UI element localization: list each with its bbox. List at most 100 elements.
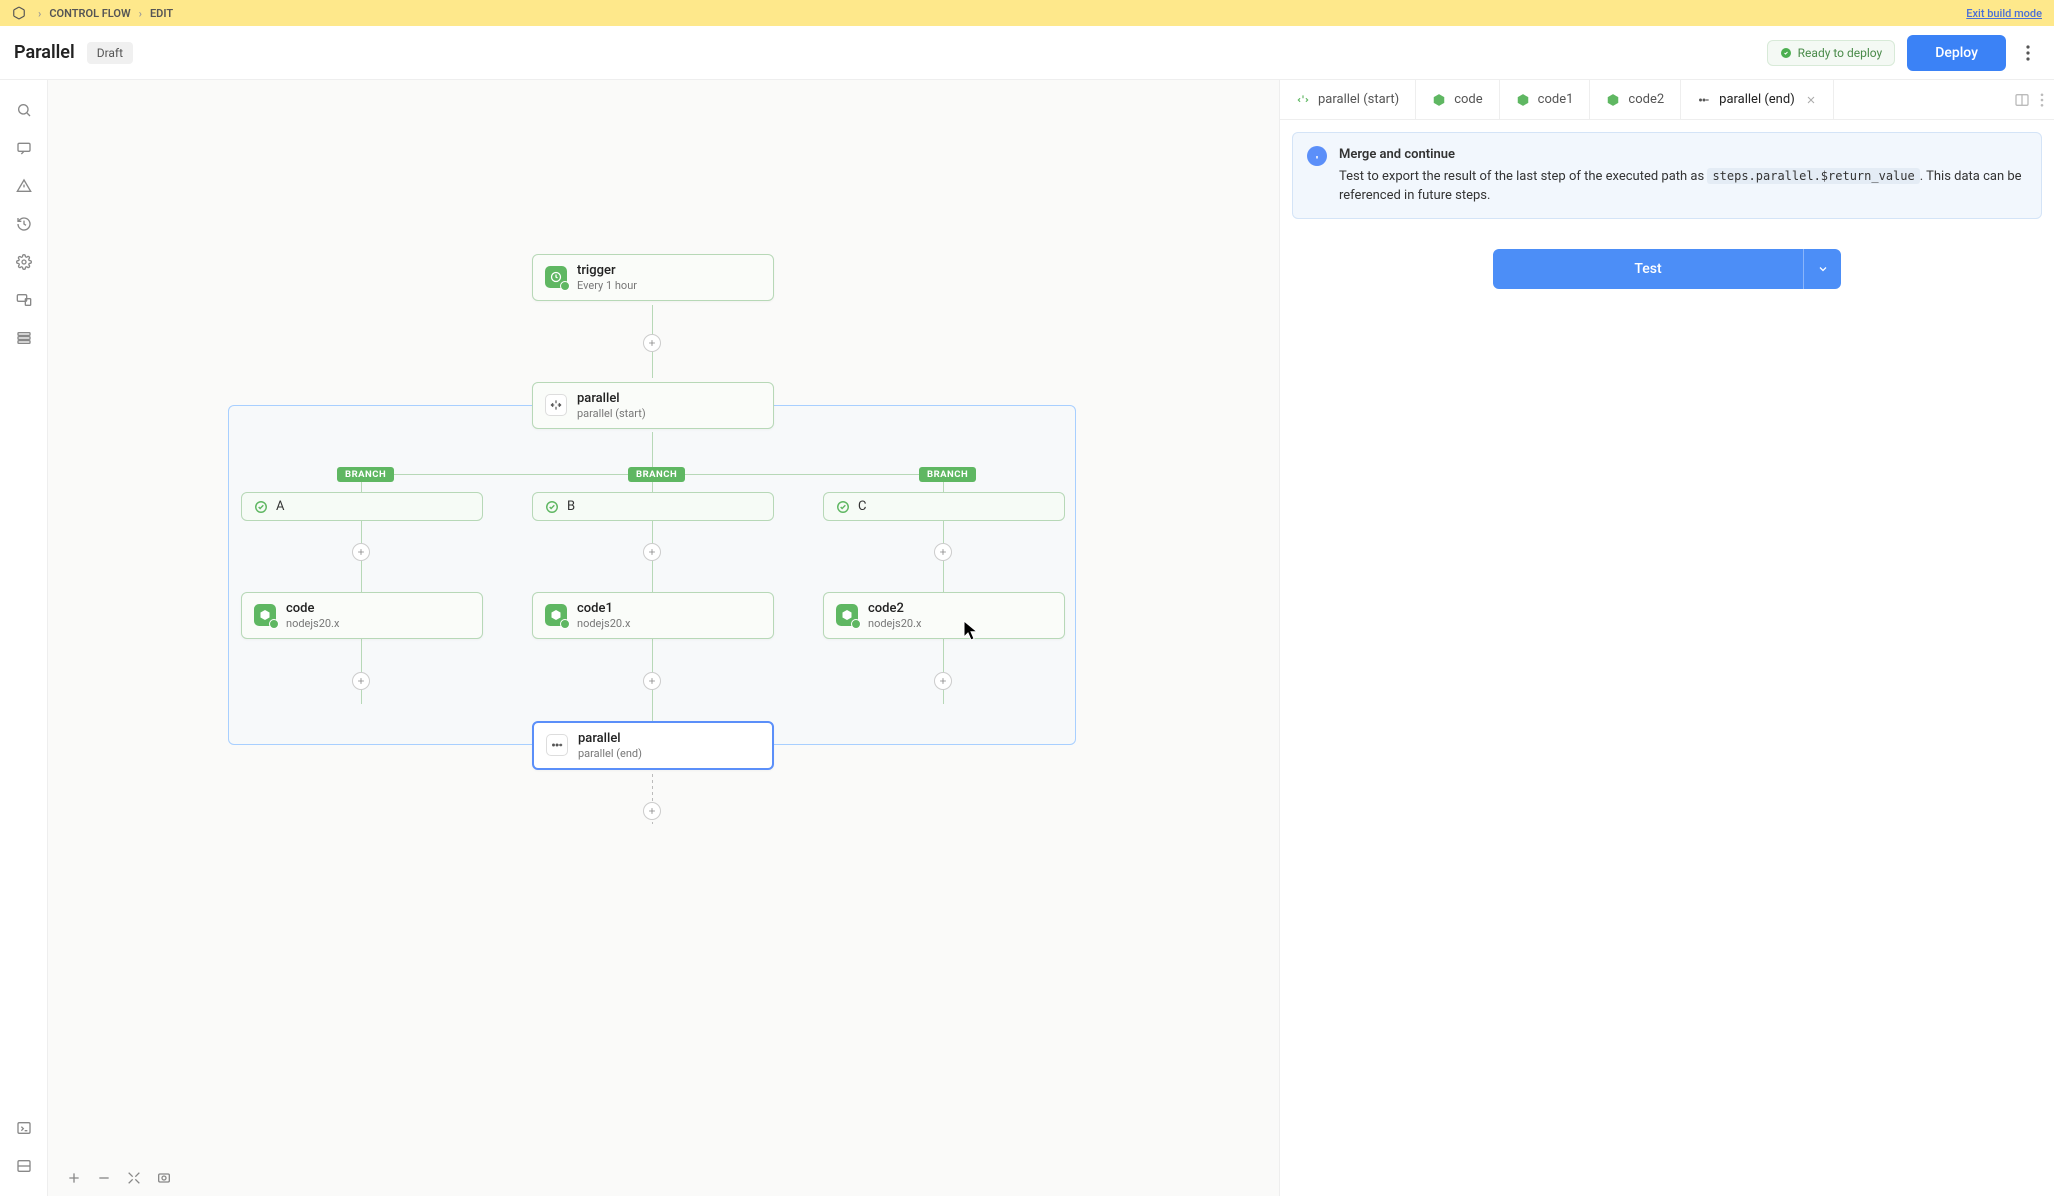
chevron-down-icon <box>1817 263 1829 275</box>
test-button[interactable]: Test <box>1493 249 1803 289</box>
parallel-icon <box>1296 93 1310 107</box>
code-node[interactable]: code nodejs20.x <box>241 592 483 639</box>
search-icon <box>16 102 32 118</box>
code-node[interactable]: code1 nodejs20.x <box>532 592 774 639</box>
nodejs-icon <box>545 604 567 626</box>
nodejs-icon <box>254 604 276 626</box>
nodejs-icon <box>1606 93 1620 107</box>
tab-label: parallel (end) <box>1719 92 1795 107</box>
detail-panel: parallel (start) code code1 code2 parall… <box>1279 80 2054 1196</box>
branch-label-node[interactable]: C <box>823 492 1065 521</box>
panel-icon <box>16 1158 32 1174</box>
chevron-right-icon: › <box>38 7 41 20</box>
branch-tag: BRANCH <box>628 467 685 482</box>
devices-icon <box>16 292 32 308</box>
screenshot-button[interactable] <box>156 1170 172 1186</box>
branch-tag: BRANCH <box>337 467 394 482</box>
search-button[interactable] <box>8 94 40 126</box>
chevron-right-icon: › <box>139 7 142 20</box>
code-snippet: steps.parallel.$return_value <box>1707 168 1919 184</box>
node-title: parallel <box>577 391 646 407</box>
node-subtitle: nodejs20.x <box>868 617 921 630</box>
deploy-button[interactable]: Deploy <box>1907 35 2006 71</box>
check-circle-icon <box>836 500 850 514</box>
add-step-button[interactable] <box>643 802 661 820</box>
panel-button[interactable] <box>8 1150 40 1182</box>
kebab-icon[interactable] <box>2040 93 2044 107</box>
breadcrumb-item[interactable]: EDIT <box>150 7 173 20</box>
canvas-toolbar <box>66 1170 172 1186</box>
nodejs-icon <box>1432 93 1446 107</box>
exit-build-mode-link[interactable]: Exit build mode <box>1966 7 2042 20</box>
breadcrumb: › CONTROL FLOW › EDIT <box>12 6 173 20</box>
ready-text: Ready to deploy <box>1798 46 1883 60</box>
breadcrumb-item[interactable]: CONTROL FLOW <box>49 7 130 20</box>
code-node[interactable]: code2 nodejs20.x <box>823 592 1065 639</box>
node-title: code <box>286 601 339 617</box>
add-step-button[interactable] <box>643 543 661 561</box>
branch-tag: BRANCH <box>919 467 976 482</box>
nodejs-icon <box>836 604 858 626</box>
logo-icon <box>12 6 26 20</box>
ready-to-deploy-indicator: Ready to deploy <box>1767 40 1896 66</box>
warning-icon <box>16 178 32 194</box>
warnings-button[interactable] <box>8 170 40 202</box>
database-icon <box>16 330 32 346</box>
node-title: code2 <box>868 601 921 617</box>
info-icon <box>1307 146 1327 166</box>
gear-icon <box>16 254 32 270</box>
info-text: Test to export the result of the last st… <box>1339 167 2027 206</box>
add-step-button[interactable] <box>934 543 952 561</box>
check-circle-icon <box>254 500 268 514</box>
add-step-button[interactable] <box>934 672 952 690</box>
tab-code1[interactable]: code1 <box>1500 80 1591 119</box>
settings-button[interactable] <box>8 246 40 278</box>
tab-label: parallel (start) <box>1318 92 1399 107</box>
zoom-out-button[interactable] <box>96 1170 112 1186</box>
history-button[interactable] <box>8 208 40 240</box>
trigger-node[interactable]: trigger Every 1 hour <box>532 254 774 301</box>
node-title: parallel <box>578 731 642 747</box>
draft-badge: Draft <box>87 42 133 64</box>
parallel-end-node[interactable]: parallel parallel (end) <box>532 721 774 770</box>
layout-button[interactable] <box>2014 92 2030 108</box>
tab-code2[interactable]: code2 <box>1590 80 1681 119</box>
branch-label-node[interactable]: A <box>241 492 483 521</box>
close-icon[interactable] <box>1805 94 1817 106</box>
terminal-button[interactable] <box>8 1112 40 1144</box>
branch-label: C <box>858 499 866 514</box>
left-rail <box>0 80 48 1196</box>
tab-label: code1 <box>1538 92 1574 107</box>
terminal-icon <box>16 1120 32 1136</box>
tab-parallel-start[interactable]: parallel (start) <box>1280 80 1416 119</box>
check-circle-icon <box>545 500 559 514</box>
node-subtitle: nodejs20.x <box>577 617 630 630</box>
branch-label-node[interactable]: B <box>532 492 774 521</box>
info-callout: Merge and continue Test to export the re… <box>1292 132 2042 219</box>
branch-label: B <box>567 499 575 514</box>
info-title: Merge and continue <box>1339 145 2027 165</box>
zoom-in-button[interactable] <box>66 1170 82 1186</box>
chat-button[interactable] <box>8 132 40 164</box>
tab-parallel-end[interactable]: parallel (end) <box>1681 80 1834 119</box>
fit-button[interactable] <box>126 1170 142 1186</box>
add-step-button[interactable] <box>352 543 370 561</box>
devices-button[interactable] <box>8 284 40 316</box>
data-button[interactable] <box>8 322 40 354</box>
merge-icon <box>546 734 568 756</box>
tab-code[interactable]: code <box>1416 80 1499 119</box>
add-step-button[interactable] <box>352 672 370 690</box>
add-step-button[interactable] <box>643 672 661 690</box>
tab-label: code <box>1454 92 1482 107</box>
check-circle-icon <box>1780 47 1792 59</box>
parallel-start-node[interactable]: parallel parallel (start) <box>532 382 774 429</box>
test-dropdown-button[interactable] <box>1803 249 1841 289</box>
node-subtitle: parallel (end) <box>578 747 642 760</box>
add-step-button[interactable] <box>643 334 661 352</box>
more-menu-button[interactable] <box>2016 41 2040 65</box>
node-title: code1 <box>577 601 630 617</box>
history-icon <box>16 216 32 232</box>
merge-icon <box>1697 93 1711 107</box>
node-title: trigger <box>577 263 637 279</box>
workflow-canvas[interactable]: trigger Every 1 hour parallel parallel (… <box>48 80 1279 1196</box>
